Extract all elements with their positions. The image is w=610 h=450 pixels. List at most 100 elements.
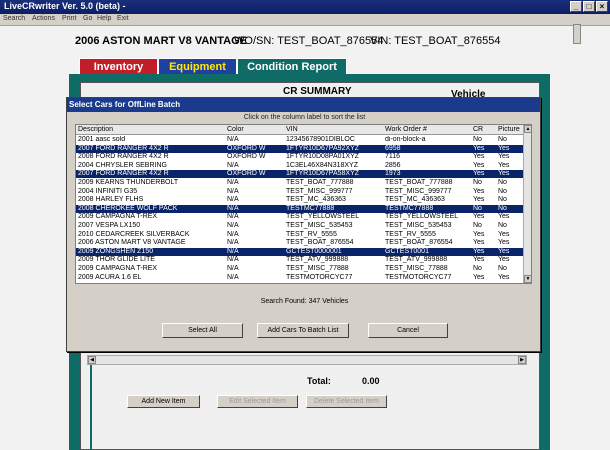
cell-picture: No <box>498 187 507 195</box>
table-row[interactable]: 2009 CAMPAGNA T-REX N/A TEST_MISC_77888 TES… <box>76 265 525 273</box>
tab-condition-report[interactable]: Condition Report <box>237 58 347 74</box>
vehicle-year-model: 2006 ASTON MART V8 VANTAGE <box>75 35 247 47</box>
cell-description: 2008 CHEROKEE WOLF PACK <box>78 204 178 212</box>
cancel-button[interactable]: Cancel <box>368 323 448 338</box>
cell-picture: No <box>498 196 507 204</box>
table-row[interactable]: 2007 VESPA LX150 N/A TEST_MISC_535453 TEST_… <box>76 222 525 230</box>
list-vertical-scrollbar[interactable]: ▲ ▼ <box>523 125 531 283</box>
select-all-button[interactable]: Select All <box>162 323 243 338</box>
cell-picture: No <box>498 222 507 229</box>
column-color[interactable]: Color <box>227 126 244 133</box>
menu-print[interactable]: Print <box>62 15 76 22</box>
column-work-order[interactable]: Work Order # <box>385 126 427 133</box>
cell-vin: 1FTYR10D67PA92XYZ <box>286 144 360 152</box>
table-row[interactable]: 2009 KEARNS THUNDERBOLT N/A TEST_BOAT_7778… <box>76 179 525 187</box>
cell-work-order: TEST_ATV_999888 <box>385 256 448 264</box>
search-found-count: Search Found: 347 Vehicles <box>260 298 349 305</box>
dialog-title: Select Cars for OffLine Batch <box>67 98 540 112</box>
scroll-up-icon[interactable]: ▲ <box>524 125 531 133</box>
vehicle-list[interactable]: Description Color VIN Work Order # CR Pi… <box>75 124 532 284</box>
cell-cr: Yes <box>473 273 485 281</box>
edit-selected-item-button[interactable]: Edit Selected Item <box>217 395 298 408</box>
cell-vin: TESTMOTORCYC77 <box>286 273 353 281</box>
cell-vin: 1C3EL46X84N318XYZ <box>286 161 358 169</box>
cell-work-order: di-on-block-a <box>385 136 426 143</box>
side-scroll-stub[interactable] <box>573 24 581 44</box>
menu-help[interactable]: Help <box>97 15 111 22</box>
cell-color: N/A <box>227 247 239 255</box>
cell-description: 2009 ACURA 1.6 EL <box>78 273 142 281</box>
column-vin[interactable]: VIN <box>286 126 298 133</box>
menu-actions[interactable]: Actions <box>32 15 55 22</box>
column-cr[interactable]: CR <box>473 126 483 133</box>
close-button[interactable]: × <box>596 1 608 12</box>
cell-description: 2007 FORD RANGER 4X2 R <box>78 170 169 178</box>
table-row[interactable]: 2009 ZONGSHEN Z150 N/A GCTEST0000001 GCTEST… <box>76 247 525 256</box>
delete-selected-item-button[interactable]: Delete Selected Item <box>306 395 387 408</box>
table-row[interactable]: 2006 ASTON MART V8 VANTAGE N/A TEST_BOAT_8… <box>76 239 525 247</box>
cell-color: N/A <box>227 256 239 264</box>
cell-vin: TEST_MC_436363 <box>286 196 346 204</box>
table-row[interactable]: 2008 HARLEY FLHS N/A TEST_MC_436363 TEST_MC… <box>76 196 525 204</box>
cell-cr: Yes <box>473 239 485 247</box>
cell-picture: Yes <box>498 213 510 221</box>
cell-color: N/A <box>227 204 239 212</box>
table-row[interactable]: 2009 CAMPAGNA T-REX N/A TEST_YELLOWSTEEL TE… <box>76 213 525 221</box>
scroll-down-icon[interactable]: ▼ <box>524 275 531 283</box>
add-new-item-button[interactable]: Add New Item <box>127 395 200 408</box>
table-row[interactable]: 2009 ACURA 1.6 EL N/A TESTMOTORCYC77 TESTMO… <box>76 274 525 282</box>
table-row[interactable]: 2010 CEDARCREEK SILVERBACK N/A TEST_RV_555… <box>76 231 525 239</box>
table-row[interactable]: 2004 CHRYSLER SEBRING N/A 1C3EL46X84N318XY… <box>76 162 525 170</box>
cell-cr: Yes <box>473 196 485 204</box>
table-row[interactable]: 2007 FORD RANGER 4X2 R OXFORD W 1FTYR10D67… <box>76 170 525 179</box>
cell-color: N/A <box>227 161 239 169</box>
menu-go[interactable]: Go <box>83 15 92 22</box>
cell-cr: Yes <box>473 153 485 161</box>
cell-description: 2009 KEARNS THUNDERBOLT <box>78 179 179 186</box>
cell-picture: No <box>498 179 507 186</box>
table-row[interactable]: 2008 CHEROKEE WOLF PACK N/A TESTMC77888 TES… <box>76 204 525 213</box>
cell-vin: TEST_BOAT_777888 <box>286 179 354 186</box>
cell-description: 2010 CEDARCREEK SILVERBACK <box>78 230 190 238</box>
horizontal-scrollbar[interactable]: ◀ ▶ <box>87 355 527 365</box>
cell-vin: TEST_MISC_535453 <box>286 222 353 229</box>
menu-search[interactable]: Search <box>3 15 25 22</box>
table-row[interactable]: 2004 INFINITI G35 N/A TEST_MISC_999777 TEST… <box>76 188 525 196</box>
select-cars-dialog: Select Cars for OffLine Batch Click on t… <box>66 97 541 352</box>
cell-description: 2009 CAMPAGNA T-REX <box>78 213 158 221</box>
cell-description: 2008 FORD RANGER 4X2 R <box>78 153 169 161</box>
cell-color: N/A <box>227 239 239 247</box>
cell-cr: No <box>473 222 482 229</box>
window-title: LiveCRwriter Ver. 5.0 (beta) - <box>4 1 126 11</box>
cell-picture: No <box>498 204 507 212</box>
scroll-left-icon[interactable]: ◀ <box>88 356 96 364</box>
cell-picture: No <box>498 265 507 272</box>
cell-description: 2009 ZONGSHEN Z150 <box>78 247 154 255</box>
panel-divider <box>90 365 92 450</box>
table-row[interactable]: 2001 aasc sold N/A 12345678901DIBLOC di-on-… <box>76 136 525 144</box>
tab-inventory[interactable]: Inventory <box>79 58 158 74</box>
minimize-button[interactable]: _ <box>570 1 582 12</box>
cell-color: N/A <box>227 187 239 195</box>
tab-equipment[interactable]: Equipment <box>158 58 237 74</box>
menu-bar: Search Actions Print Go Help Exit <box>0 14 610 26</box>
column-description[interactable]: Description <box>78 126 113 133</box>
cell-color: N/A <box>227 273 239 281</box>
cell-cr: Yes <box>473 144 485 152</box>
cell-work-order: TESTMOTORCYC77 <box>385 273 452 281</box>
table-row[interactable]: 2007 FORD RANGER 4X2 R OXFORD W 1FTYR10D67… <box>76 144 525 153</box>
scroll-right-icon[interactable]: ▶ <box>518 356 526 364</box>
cell-vin: TEST_MISC_77888 <box>286 265 349 272</box>
table-row[interactable]: 2008 FORD RANGER 4X2 R OXFORD W 1FTYR10D08… <box>76 153 525 161</box>
cell-vin: GCTEST0000001 <box>286 247 342 255</box>
maximize-button[interactable]: □ <box>583 1 595 12</box>
add-cars-to-batch-button[interactable]: Add Cars To Batch List <box>257 323 349 338</box>
cell-picture: Yes <box>498 144 510 152</box>
table-row[interactable]: 2009 THOR GLIDE LITE N/A TEST_ATV_999888 TE… <box>76 256 525 264</box>
cell-work-order: 2856 <box>385 161 401 169</box>
menu-exit[interactable]: Exit <box>117 15 129 22</box>
column-picture[interactable]: Picture <box>498 126 520 133</box>
cell-description: 2004 INFINITI G35 <box>78 187 138 195</box>
cell-picture: Yes <box>498 153 510 161</box>
vehicle-vin: VIN: TEST_BOAT_876554 <box>370 35 501 47</box>
